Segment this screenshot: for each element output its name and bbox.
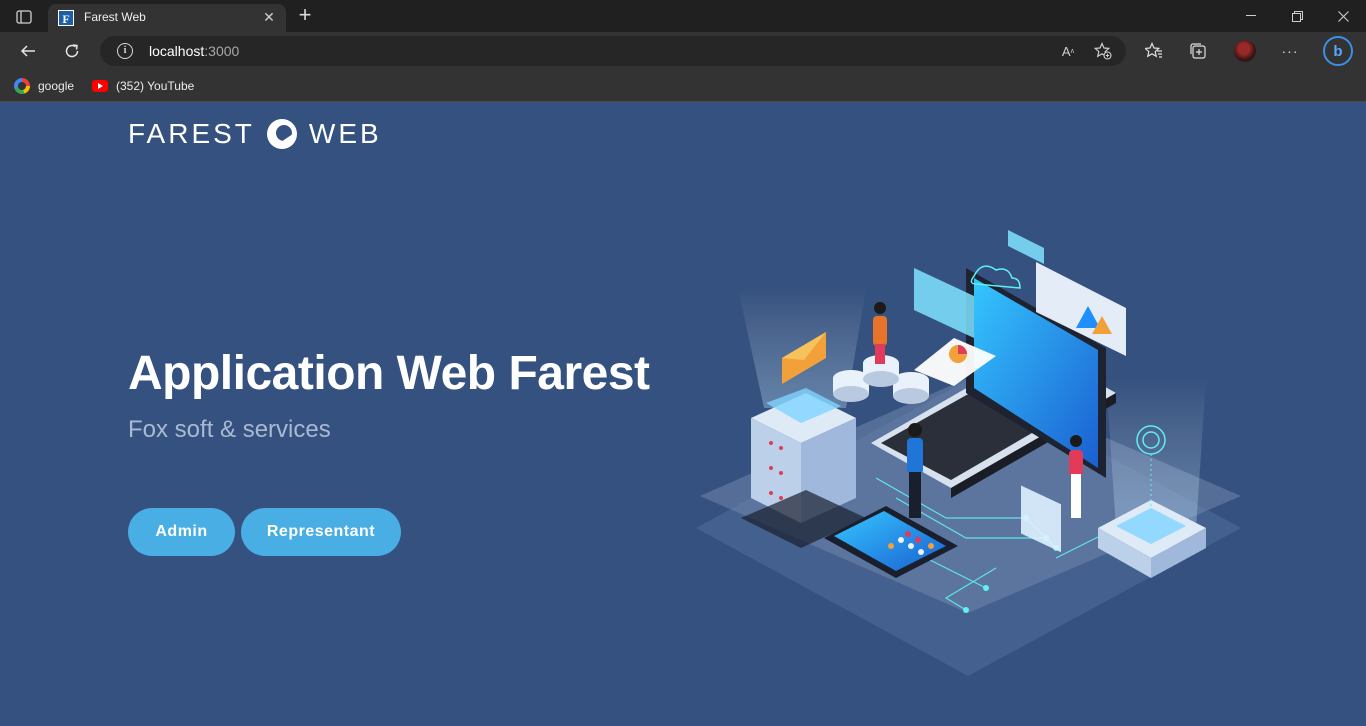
browser-tab[interactable]: F Farest Web ✕	[48, 4, 286, 32]
browser-title-bar: F Farest Web ✕ +	[0, 0, 1366, 32]
add-favorite-icon[interactable]	[1092, 41, 1114, 61]
collections-icon[interactable]	[1184, 38, 1212, 64]
google-icon	[14, 78, 30, 94]
address-bar[interactable]: i localhost:3000 Aʌ	[100, 36, 1126, 66]
bookmark-google[interactable]: google	[14, 76, 74, 96]
close-tab-icon[interactable]: ✕	[260, 8, 278, 26]
new-tab-button[interactable]: +	[292, 4, 318, 28]
more-options-icon[interactable]: ···	[1276, 38, 1304, 64]
hero-subtitle: Fox soft & services	[128, 416, 331, 443]
logo-text-right: WEB	[308, 118, 382, 149]
restore-button[interactable]	[1274, 0, 1320, 32]
site-logo[interactable]: FAREST WEB	[128, 118, 382, 150]
bookmark-youtube[interactable]: (352) YouTube	[92, 76, 194, 96]
landing-page: FAREST WEB Application Web Farest Fox so…	[0, 102, 1366, 726]
bookmarks-bar: google (352) YouTube	[0, 70, 1366, 102]
read-aloud-icon[interactable]: Aʌ	[1057, 41, 1079, 61]
bing-copilot-icon[interactable]: b	[1323, 36, 1353, 66]
hero-title: Application Web Farest	[128, 347, 650, 400]
youtube-icon	[92, 80, 108, 92]
url-text[interactable]: localhost:3000	[149, 43, 239, 59]
back-button[interactable]	[14, 38, 42, 64]
bookmark-label: (352) YouTube	[116, 79, 195, 93]
admin-button[interactable]: Admin	[128, 508, 235, 556]
bookmark-label: google	[38, 79, 75, 93]
logo-text-left: FAREST	[128, 118, 255, 149]
refresh-button[interactable]	[58, 38, 86, 64]
close-window-button[interactable]	[1320, 0, 1366, 32]
minimize-button[interactable]	[1228, 0, 1274, 32]
fox-logo-icon	[266, 119, 297, 149]
profile-avatar[interactable]	[1234, 40, 1256, 62]
isometric-tech-illustration-icon	[696, 230, 1241, 676]
site-info-icon[interactable]: i	[117, 43, 133, 59]
favorites-icon[interactable]	[1140, 38, 1168, 64]
tab-title: Farest Web	[84, 10, 146, 24]
representant-button[interactable]: Representant	[241, 508, 401, 556]
browser-toolbar: i localhost:3000 Aʌ ··· b	[0, 32, 1366, 70]
favicon-icon: F	[58, 10, 74, 26]
tab-actions-icon[interactable]	[10, 7, 38, 27]
